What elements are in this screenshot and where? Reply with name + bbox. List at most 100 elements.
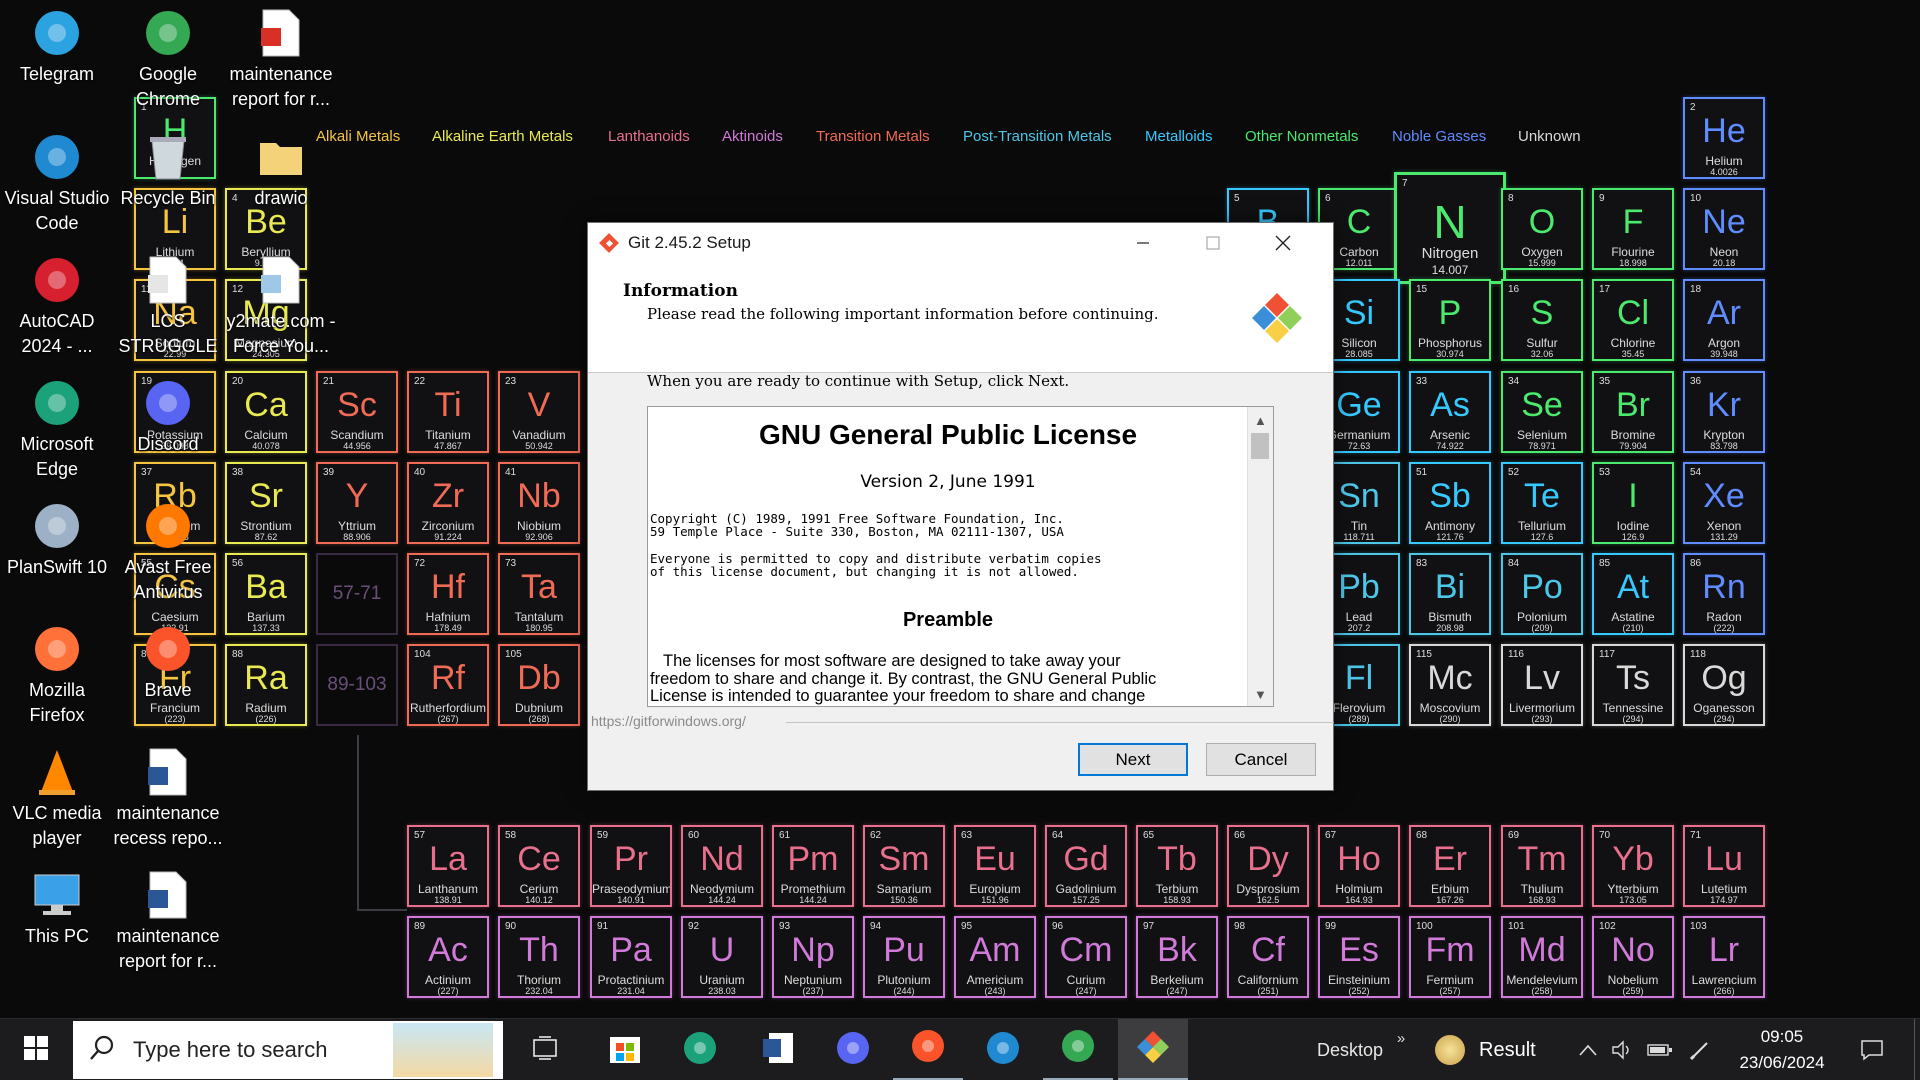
scroll-down-icon[interactable]: ▼ xyxy=(1254,687,1267,702)
desktop-icon-y2mate[interactable]: y2mate.com - Force You... xyxy=(225,249,337,359)
element-mass: 30.974 xyxy=(1436,349,1464,359)
separator-line xyxy=(786,722,1334,723)
element-name: Krypton xyxy=(1703,428,1745,442)
category-label: Other Nonmetals xyxy=(1245,128,1359,145)
element-symbol: Nd xyxy=(700,840,744,878)
element-mass: (258) xyxy=(1531,986,1553,996)
desktop-icon-recycle[interactable]: Recycle Bin xyxy=(112,126,224,211)
element-cell-bk: 97 Bk Berkelium (247) xyxy=(1136,916,1218,998)
element-symbol: I xyxy=(1628,477,1638,515)
element-name: Tellurium xyxy=(1517,519,1566,533)
element-symbol: Ta xyxy=(521,568,557,606)
chevron-up-icon[interactable] xyxy=(1575,1019,1601,1080)
scroll-up-icon[interactable]: ▲ xyxy=(1254,413,1267,428)
desktop-icon-chrome[interactable]: Google Chrome xyxy=(112,2,224,112)
recycle-bin-icon xyxy=(141,130,195,184)
desktop-icon-brave[interactable]: Brave xyxy=(112,618,224,703)
desktop-icon-telegram[interactable]: Telegram xyxy=(1,2,113,87)
taskbar-app-vscode[interactable] xyxy=(968,1019,1038,1080)
desktop-icon-planswift[interactable]: PlanSwift 10 xyxy=(1,495,113,580)
desktop-icon-avast[interactable]: Avast Free Antivirus xyxy=(112,495,224,605)
next-button[interactable]: Next xyxy=(1078,743,1188,776)
taskbar-app-store[interactable] xyxy=(590,1019,660,1080)
element-symbol: Tb xyxy=(1157,840,1197,878)
element-cell-s: 16 S Sulfur 32.06 xyxy=(1501,279,1583,361)
desktop-icon-word2[interactable]: maintenance report for r... xyxy=(112,864,224,974)
clock[interactable]: 09:05 23/06/2024 xyxy=(1722,1019,1842,1080)
desktop-icon-label: maintenance report for r... xyxy=(229,64,333,109)
website-link[interactable]: https://gitforwindows.org/ xyxy=(591,713,746,729)
element-symbol: Tm xyxy=(1517,840,1567,878)
element-name: Ytterbium xyxy=(1607,882,1659,896)
maximize-button[interactable] xyxy=(1178,223,1248,263)
element-mass: (268) xyxy=(528,714,550,724)
scroll-thumb[interactable] xyxy=(1251,433,1269,459)
notification-icon[interactable] xyxy=(1852,1019,1892,1080)
dialog-titlebar[interactable]: Git 2.45.2 Setup xyxy=(588,223,1333,263)
element-symbol: Rn xyxy=(1702,568,1746,606)
element-name: Xenon xyxy=(1706,519,1742,533)
search-input[interactable]: Type here to search xyxy=(133,1037,327,1063)
desktop-toolbar[interactable]: Desktop xyxy=(1305,1019,1395,1080)
license-version: Version 2, June 1991 xyxy=(860,472,1036,492)
license-scrollbar[interactable]: ▲ ▼ xyxy=(1247,407,1273,706)
desktop-icon-vscode[interactable]: Visual Studio Code xyxy=(1,126,113,236)
license-title: GNU General Public License xyxy=(758,419,1138,450)
discord-icon xyxy=(835,1030,871,1071)
element-mass: 157.25 xyxy=(1072,895,1100,905)
element-cell-np: 93 Np Neptunium (237) xyxy=(772,916,854,998)
element-symbol: Bi xyxy=(1434,568,1466,606)
desktop-icon-edge[interactable]: Microsoft Edge xyxy=(1,372,113,482)
element-cell-ca: 20 Ca Calcium 40.078 xyxy=(225,371,307,453)
desktop-icon-pdf[interactable]: maintenance report for r... xyxy=(225,2,337,112)
desktop-icon-word1[interactable]: maintenance recess repo... xyxy=(112,741,224,851)
brave-icon xyxy=(141,622,195,676)
pen-icon[interactable] xyxy=(1685,1019,1715,1080)
volume-icon[interactable] xyxy=(1607,1019,1637,1080)
desktop-icon-discord[interactable]: Discord xyxy=(112,372,224,457)
minimize-button[interactable] xyxy=(1108,223,1178,263)
element-mass: 231.04 xyxy=(617,986,645,996)
desktop-icon-autocad[interactable]: AutoCAD 2024 - ... xyxy=(1,249,113,359)
desktop-icon-lcs[interactable]: LCS STRUGGLE xyxy=(112,249,224,359)
element-name: Iodine xyxy=(1616,519,1650,533)
element-mass: (243) xyxy=(984,986,1006,996)
taskbar-app-edge[interactable] xyxy=(665,1019,735,1080)
folder-icon xyxy=(254,130,308,184)
element-name: Barium xyxy=(246,610,285,624)
element-name: Europium xyxy=(969,882,1021,896)
desktop-icon-label: LCS STRUGGLE xyxy=(118,311,218,356)
element-symbol: Gd xyxy=(1063,840,1109,878)
element-symbol: Og xyxy=(1701,659,1747,697)
taskbar-app-git[interactable] xyxy=(1118,1019,1188,1080)
cancel-button[interactable]: Cancel xyxy=(1206,743,1316,776)
show-desktop-button[interactable] xyxy=(1914,1019,1920,1080)
element-cell-cl: 17 Cl Chlorine 35.45 xyxy=(1592,279,1674,361)
taskbar-app-chrome[interactable] xyxy=(1043,1019,1113,1080)
element-name: Niobium xyxy=(516,519,561,533)
element-name: Sulfur xyxy=(1526,336,1558,350)
element-cell-br: 35 Br Bromine 79.904 xyxy=(1592,371,1674,453)
desktop-icon-thispc[interactable]: This PC xyxy=(1,864,113,949)
taskbar-app-brave[interactable] xyxy=(893,1019,963,1080)
element-symbol: Ne xyxy=(1702,203,1746,241)
desktop-icon-drawio[interactable]: drawio xyxy=(225,126,337,211)
close-button[interactable] xyxy=(1248,223,1318,263)
battery-icon[interactable] xyxy=(1645,1019,1675,1080)
desktop-icon-vlc[interactable]: VLC media player xyxy=(1,741,113,851)
element-cell-am: 95 Am Americium (243) xyxy=(954,916,1036,998)
element-mass: (247) xyxy=(1075,986,1097,996)
taskbar-app-discord[interactable] xyxy=(818,1019,888,1080)
category-label: Post-Transition Metals xyxy=(963,128,1112,145)
desktop-icon-firefox[interactable]: Mozilla Firefox xyxy=(1,618,113,728)
element-cell-no: 102 No Nobelium (259) xyxy=(1592,916,1674,998)
taskbar-app-word[interactable] xyxy=(743,1019,813,1080)
result-widget[interactable]: Result xyxy=(1435,1019,1555,1080)
license-textbox[interactable]: GNU General Public License Version 2, Ju… xyxy=(647,406,1274,707)
search-box[interactable]: Type here to search xyxy=(73,1021,503,1079)
chevron-right-icon[interactable]: » xyxy=(1392,1007,1410,1069)
taskbar-app-task-view[interactable] xyxy=(510,1019,580,1080)
element-symbol: Rf xyxy=(431,659,465,697)
element-cell-gd: 64 Gd Gadolinium 157.25 xyxy=(1045,825,1127,907)
start-button[interactable] xyxy=(10,1019,62,1080)
